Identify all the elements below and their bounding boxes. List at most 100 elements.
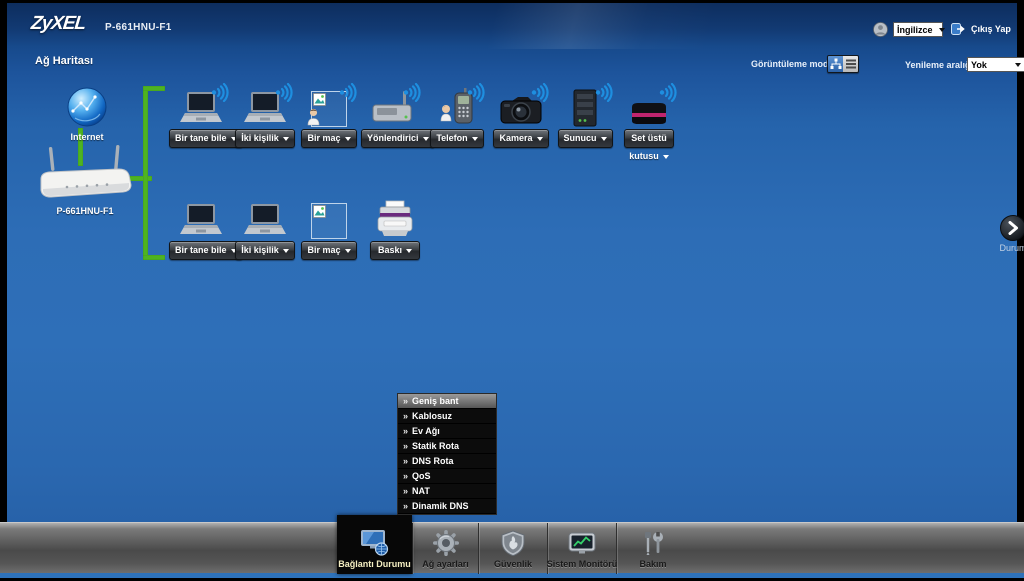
nav-label: Ağ ayarları (422, 559, 469, 569)
page-title: Ağ Haritası (35, 55, 93, 67)
menu-item-qos[interactable]: QoS (398, 469, 496, 484)
internet-node[interactable]: Internet (65, 87, 109, 142)
wifi-signal-icon (403, 83, 423, 102)
device-node: Bir tane bile (169, 197, 233, 260)
dropdown-caret-icon (663, 155, 669, 159)
wifi-signal-icon (275, 83, 295, 102)
device-menu-button[interactable]: Bir maç (301, 241, 356, 260)
nav-label: Sistem Monitörü (547, 559, 618, 569)
nav-item-maintenance[interactable]: Bakım (617, 523, 689, 574)
device-node: Sunucu (553, 85, 617, 148)
user-language-icon (873, 22, 888, 37)
device-label: Telefon (436, 133, 467, 143)
nav-item-network-settings[interactable]: Ağ ayarları (413, 523, 478, 574)
menu-item-home-network[interactable]: Ev Ağı (398, 424, 496, 439)
refresh-interval-value: Yok (971, 60, 987, 70)
view-mode-map-button[interactable] (828, 56, 843, 72)
refresh-interval-select[interactable]: Yok (967, 57, 1024, 72)
submenu-arrow-icon (403, 469, 408, 484)
nav-label: Bakım (639, 559, 666, 569)
submenu-arrow-icon (403, 394, 408, 409)
list-view-icon (845, 58, 857, 70)
wifi-signal-icon (659, 83, 679, 102)
view-mode-list-button[interactable] (843, 56, 858, 72)
nav-item-system-monitor[interactable]: Sistem Monitörü (548, 523, 616, 574)
system-monitor-icon (568, 532, 596, 556)
device-label: Set üstü (631, 133, 667, 143)
wifi-signal-icon (531, 83, 551, 102)
device-node: Bir maç (297, 85, 361, 148)
submenu-arrow-icon (403, 409, 408, 424)
device-model: P-661HNU-F1 (105, 22, 172, 33)
submenu-arrow-icon (403, 484, 408, 499)
view-mode-label: Görüntüleme modu: (751, 59, 837, 69)
dropdown-caret-icon (345, 249, 351, 253)
main-content: ZyXEL P-661HNU-F1 İngilizce Çıkış Yap Ağ… (7, 3, 1017, 522)
device-label: Kamera (499, 133, 532, 143)
dropdown-caret-icon (601, 137, 607, 141)
submenu-arrow-icon (403, 439, 408, 454)
router-label: P-661HNU-F1 (31, 206, 139, 216)
status-arrow-button[interactable] (1000, 215, 1024, 241)
device-menu-button[interactable]: Telefon (430, 129, 483, 148)
image-glyph-icon (313, 205, 326, 218)
dropdown-caret-icon (406, 249, 412, 253)
device-menu-button[interactable]: Kamera (493, 129, 548, 148)
device-node: Kamera (489, 85, 553, 148)
router-admin-window: ZyXEL P-661HNU-F1 İngilizce Çıkış Yap Ağ… (0, 0, 1024, 581)
image-glyph-icon (313, 93, 326, 106)
dropdown-caret-icon (283, 249, 289, 253)
chevron-right-icon (1007, 221, 1019, 235)
broken-image-placeholder (311, 203, 347, 239)
menu-item-nat[interactable]: NAT (398, 484, 496, 499)
logout-button[interactable]: Çıkış Yap (951, 23, 1011, 35)
connection-status-icon (360, 529, 390, 556)
internet-globe-icon (67, 87, 107, 127)
shield-icon (501, 530, 525, 556)
network-settings-submenu: Geniş bant Kablosuz Ev Ağı Statik Rota D… (397, 393, 497, 515)
laptop-icon (178, 203, 224, 239)
menu-item-static-route[interactable]: Statik Rota (398, 439, 496, 454)
device-node: İki kişilik (233, 85, 297, 148)
device-menu-button[interactable]: İki kişilik (235, 129, 295, 148)
device-node: Set üstü kutusu (617, 85, 681, 161)
wifi-signal-icon (339, 83, 359, 102)
device-menu-button[interactable]: Bir tane bile (169, 241, 243, 260)
device-node: Bir maç (297, 197, 361, 260)
device-menu-button[interactable]: Baskı (370, 241, 420, 260)
device-menu-button[interactable]: İki kişilik (235, 241, 295, 260)
device-label: Yönlendirici (367, 133, 419, 143)
language-select-value: İngilizce (897, 25, 933, 35)
logout-icon (951, 23, 965, 35)
device-menu-button[interactable]: Set üstü (624, 129, 674, 148)
submenu-arrow-icon (403, 454, 408, 469)
status-panel-toggle: Durum (996, 215, 1024, 253)
view-mode-toggle (827, 55, 859, 73)
menu-item-dns-route[interactable]: DNS Rota (398, 454, 496, 469)
nav-label: Bağlantı Durumu (338, 559, 411, 569)
laptop-icon (242, 203, 288, 239)
device-node: Yönlendirici (361, 85, 425, 148)
menu-item-wireless[interactable]: Kablosuz (398, 409, 496, 424)
link-branch-row1 (143, 86, 165, 91)
bottom-navbar: Bağlantı Durumu Ağ ayarları (0, 522, 1024, 573)
menu-item-broadband[interactable]: Geniş bant (398, 394, 496, 409)
device-menu-button[interactable]: Sunucu (558, 129, 613, 148)
device-node: İki kişilik (233, 197, 297, 260)
nav-label: Güvenlik (494, 559, 532, 569)
printer-icon (374, 199, 416, 239)
tools-icon (640, 530, 666, 556)
device-label: Sunucu (564, 133, 597, 143)
device-menu-button[interactable]: Bir tane bile (169, 129, 243, 148)
nav-item-connection-status[interactable]: Bağlantı Durumu (337, 515, 412, 574)
device-menu-button[interactable]: Yönlendirici (361, 129, 435, 148)
wifi-signal-icon (467, 83, 487, 102)
nav-item-security[interactable]: Güvenlik (479, 523, 547, 574)
select-arrow-icon (939, 28, 945, 32)
gateway-node[interactable]: P-661HNU-F1 (31, 145, 139, 216)
select-arrow-icon (1015, 63, 1021, 67)
language-select[interactable]: İngilizce (893, 22, 943, 37)
device-menu-button[interactable]: Bir maç (301, 129, 356, 148)
wifi-signal-icon (595, 83, 615, 102)
menu-item-dynamic-dns[interactable]: Dinamik DNS (398, 499, 496, 514)
